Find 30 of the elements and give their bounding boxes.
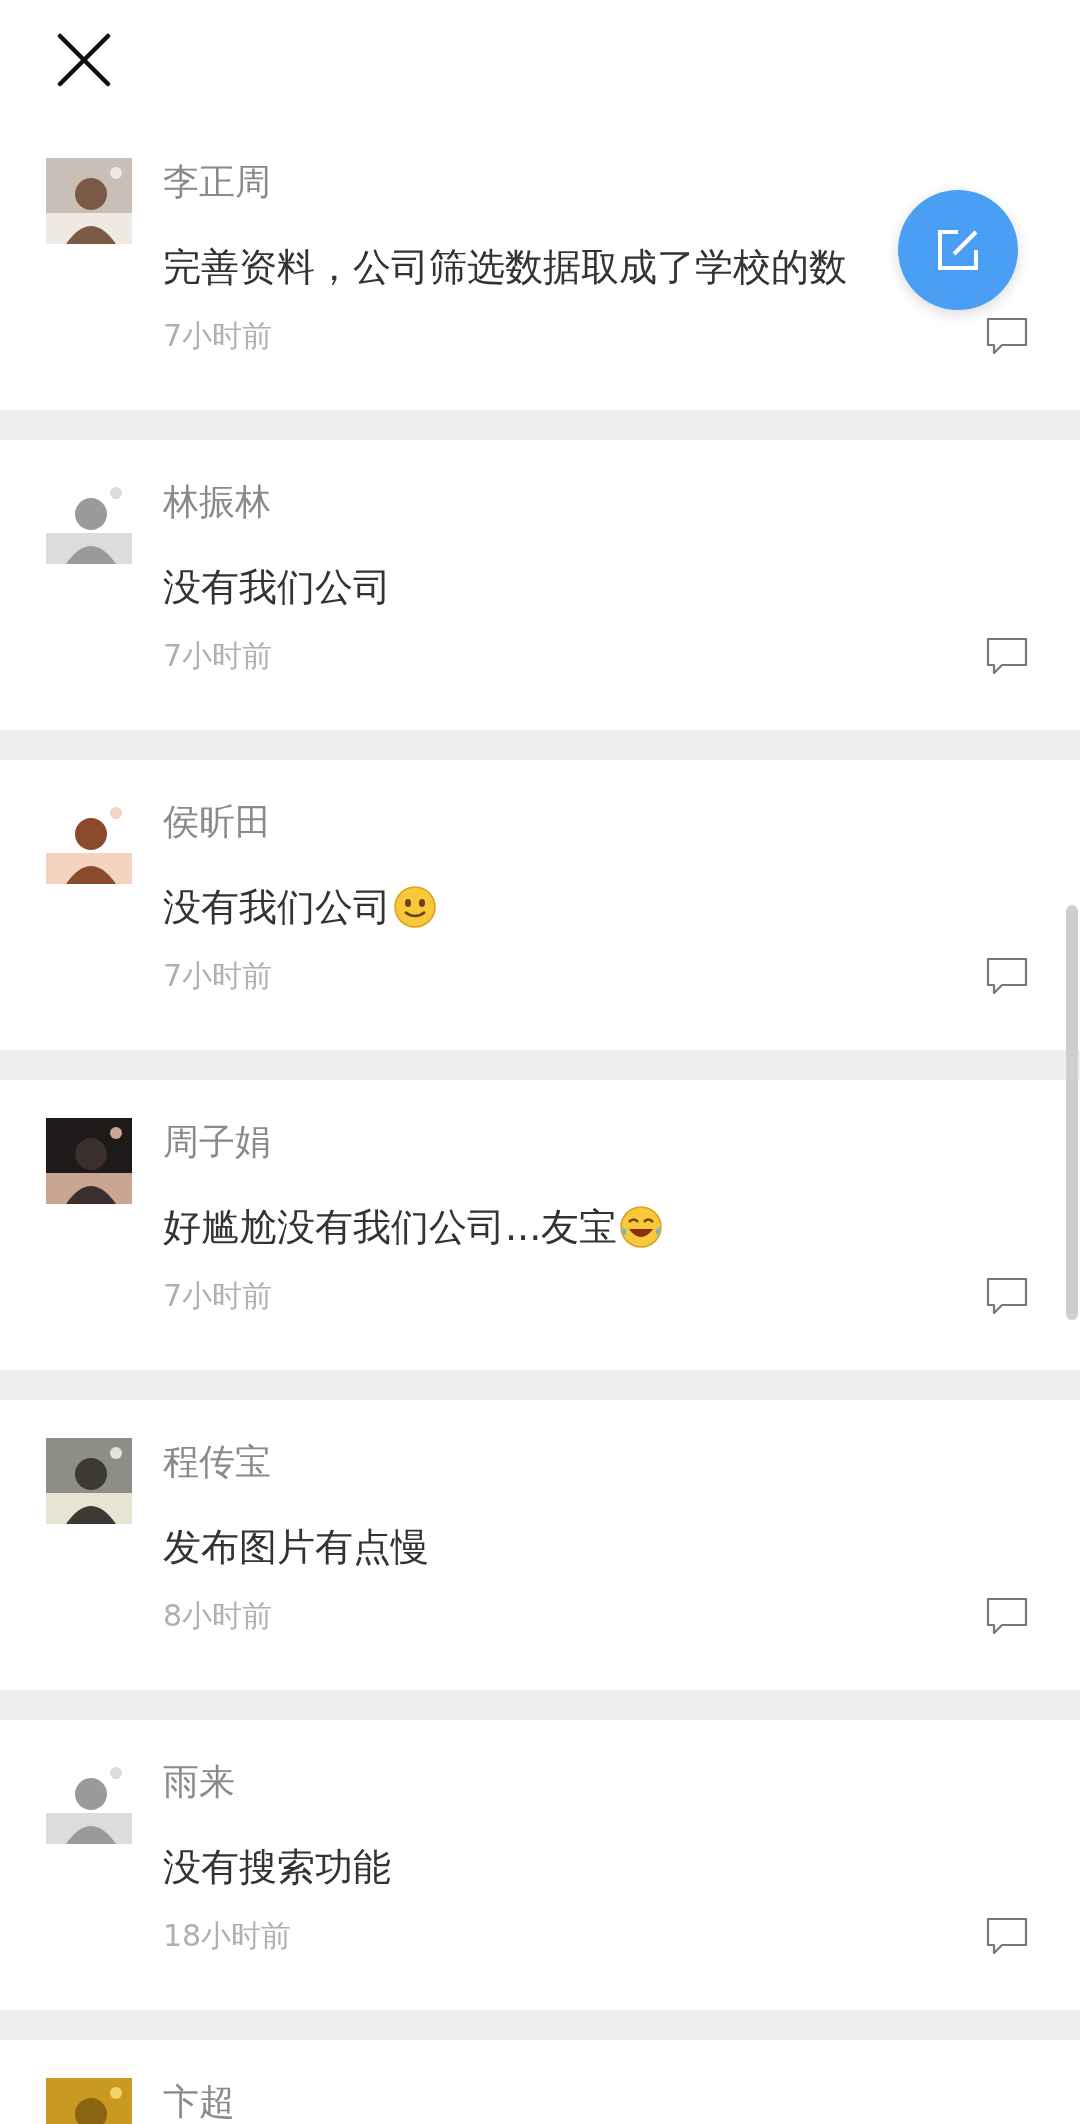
user-name: 李正周	[163, 160, 271, 204]
comment-icon[interactable]	[986, 1277, 1028, 1315]
post-time: 7小时前	[163, 957, 273, 995]
comment-text: 完善资料，公司筛选数据取成了学校的数	[163, 244, 847, 291]
laughing-emoji-icon	[619, 1205, 664, 1249]
edit-icon[interactable]	[936, 228, 980, 272]
user-name: 侯昕田	[163, 800, 271, 844]
comment-text: 好尴尬没有我们公司...友宝	[163, 1204, 618, 1251]
post-time: 7小时前	[163, 317, 273, 355]
comment-text: 发布图片有点慢	[163, 1524, 429, 1571]
user-name: 周子娟	[163, 1120, 271, 1164]
comment-text: 没有我们公司	[163, 884, 391, 931]
post-time: 7小时前	[163, 1277, 273, 1315]
user-name: 雨来	[163, 1760, 235, 1804]
user-name: 卞超	[163, 2080, 235, 2124]
user-name: 林振林	[163, 480, 271, 524]
comment-icon[interactable]	[986, 957, 1028, 995]
smile-emoji-icon	[393, 885, 437, 929]
comment-text: 没有搜索功能	[163, 1844, 391, 1891]
scrollbar[interactable]	[1066, 905, 1078, 1320]
comment-text: 没有我们公司	[163, 564, 391, 611]
post-time: 7小时前	[163, 637, 273, 675]
post-time: 8小时前	[163, 1597, 273, 1635]
comment-icon[interactable]	[986, 1917, 1028, 1955]
post-time: 18小时前	[163, 1917, 292, 1955]
close-button[interactable]	[56, 32, 112, 88]
comment-icon[interactable]	[986, 637, 1028, 675]
user-name: 程传宝	[163, 1440, 271, 1484]
comment-icon[interactable]	[986, 1597, 1028, 1635]
comment-icon[interactable]	[986, 317, 1028, 355]
